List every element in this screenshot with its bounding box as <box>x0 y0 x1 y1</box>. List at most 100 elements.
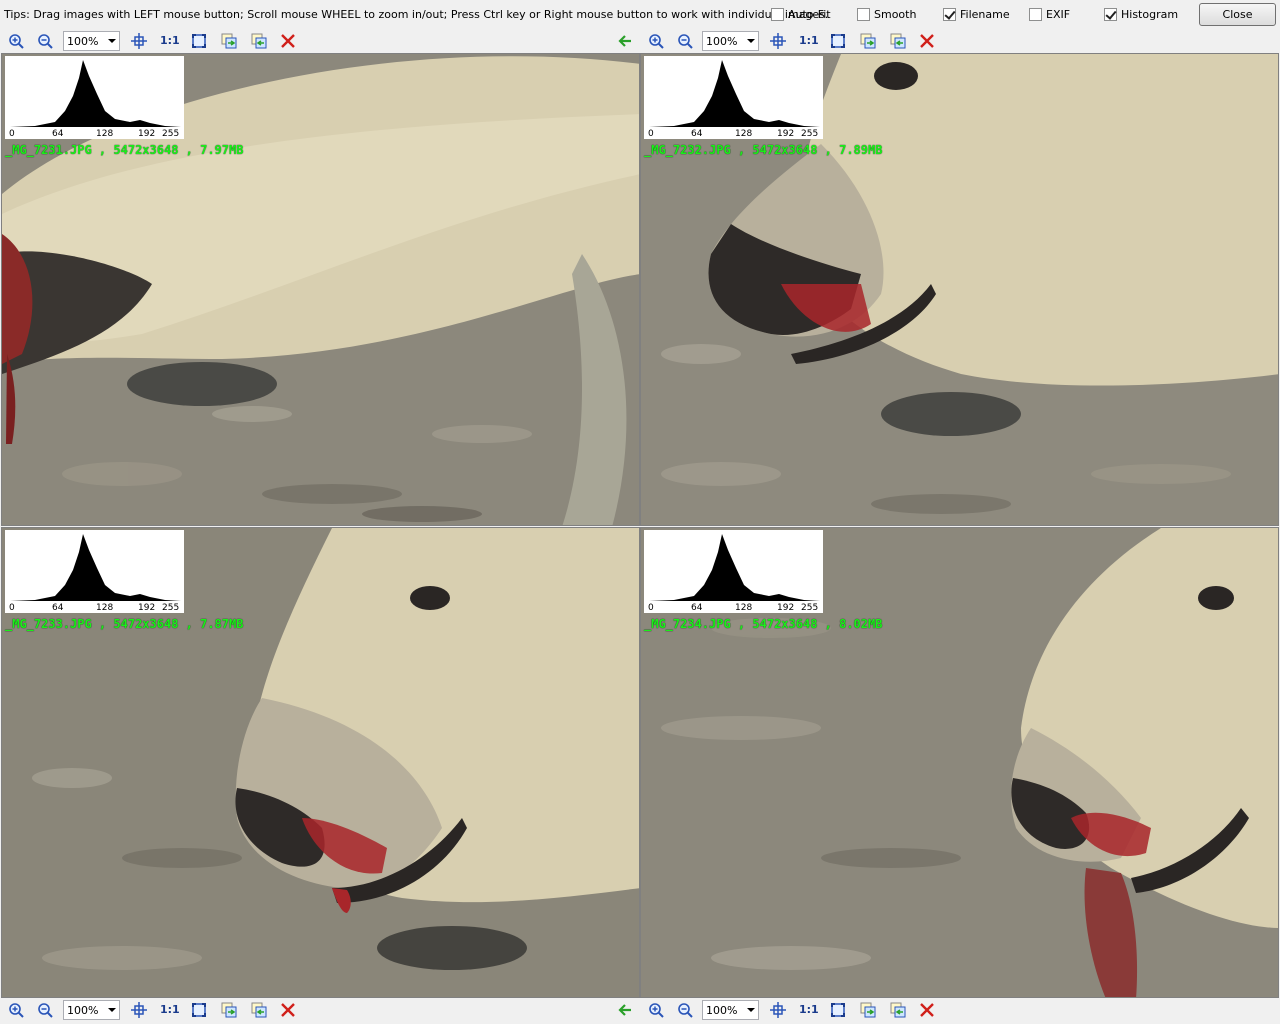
tick-label: 192 <box>777 129 795 139</box>
filename: _MG_7232.JPG <box>644 143 731 157</box>
back-arrow-icon[interactable] <box>617 1002 633 1018</box>
zoom-value: 100% <box>706 1003 738 1017</box>
zoom-select[interactable]: 100% <box>63 31 120 51</box>
sync-left-icon[interactable] <box>860 1002 876 1018</box>
tick-label: 0 <box>648 129 654 139</box>
close-image-icon[interactable] <box>280 33 296 49</box>
zoom-out-icon[interactable] <box>677 1002 693 1018</box>
fit-center-icon[interactable] <box>131 1002 147 1018</box>
histogram-ticks: 0 64 128 192 255 <box>5 601 184 613</box>
fit-center-icon[interactable] <box>131 33 147 49</box>
zoom-in-icon[interactable] <box>648 1002 664 1018</box>
tick-label: 0 <box>9 129 15 139</box>
zoom-value: 100% <box>67 1003 99 1017</box>
zoom-in-icon[interactable] <box>648 33 664 49</box>
smooth-checkbox[interactable]: Smooth <box>857 8 916 21</box>
close-button[interactable]: Close <box>1199 3 1276 26</box>
fit-center-icon[interactable] <box>770 1002 786 1018</box>
zoom-out-icon[interactable] <box>37 1002 53 1018</box>
image-dimensions: 5472x3648 <box>113 143 179 157</box>
fit-window-icon[interactable] <box>830 1002 846 1018</box>
tick-label: 255 <box>801 129 819 139</box>
sync-right-icon[interactable] <box>890 1002 906 1018</box>
file-size: 8.02MB <box>839 617 883 631</box>
image-panel-3[interactable]: 0 64 128 192 255 _MG_7233.JPG , 5472x364… <box>1 527 640 998</box>
tick-label: 128 <box>96 129 114 139</box>
zoom-in-icon[interactable] <box>8 1002 24 1018</box>
filename: _MG_7234.JPG <box>644 617 731 631</box>
fit-center-icon[interactable] <box>770 33 786 49</box>
tips-bar: Tips: Drag images with LEFT mouse button… <box>0 0 1280 30</box>
tick-label: 192 <box>777 603 795 613</box>
auto-fit-checkbox[interactable]: Auto-Fit <box>771 8 831 21</box>
tick-label: 128 <box>735 603 753 613</box>
zoom-select[interactable]: 100% <box>702 31 759 51</box>
fit-window-icon[interactable] <box>191 1002 207 1018</box>
histogram-checkbox[interactable]: Histogram <box>1104 8 1178 21</box>
exif-checkbox[interactable]: EXIF <box>1029 8 1070 21</box>
filename-checkbox[interactable]: Filename <box>943 8 1010 21</box>
checkbox-box[interactable] <box>943 8 956 21</box>
actual-size-icon[interactable]: 1:1 <box>160 34 180 47</box>
file-info: _MG_7231.JPG , 5472x3648 , 7.97MB <box>5 143 244 157</box>
file-size: 7.89MB <box>839 143 883 157</box>
tick-label: 64 <box>691 129 703 139</box>
sync-left-icon[interactable] <box>221 33 237 49</box>
zoom-select[interactable]: 100% <box>702 1000 759 1020</box>
chevron-down-icon <box>747 1008 755 1012</box>
toolbar-top-right: 100% 1:1 <box>640 30 1280 52</box>
zoom-out-icon[interactable] <box>37 33 53 49</box>
sync-right-icon[interactable] <box>890 33 906 49</box>
checkbox-label: Histogram <box>1121 8 1179 21</box>
fit-window-icon[interactable] <box>830 33 846 49</box>
sync-right-icon[interactable] <box>251 1002 267 1018</box>
close-image-icon[interactable] <box>280 1002 296 1018</box>
file-size: 7.97MB <box>200 143 244 157</box>
checkbox-box[interactable] <box>857 8 870 21</box>
tick-label: 255 <box>162 603 180 613</box>
file-info: _MG_7233.JPG , 5472x3648 , 7.87MB <box>5 617 244 631</box>
checkbox-label: Smooth <box>874 8 917 21</box>
image-dimensions: 5472x3648 <box>113 617 179 631</box>
image-dimensions: 5472x3648 <box>752 143 818 157</box>
actual-size-icon[interactable]: 1:1 <box>799 1003 819 1016</box>
close-image-icon[interactable] <box>919 33 935 49</box>
chevron-down-icon <box>108 39 116 43</box>
actual-size-icon[interactable]: 1:1 <box>160 1003 180 1016</box>
image-dimensions: 5472x3648 <box>752 617 818 631</box>
histogram-ticks: 0 64 128 192 255 <box>644 127 823 139</box>
sync-left-icon[interactable] <box>860 33 876 49</box>
histogram: 0 64 128 192 255 <box>5 530 184 613</box>
tick-label: 0 <box>648 603 654 613</box>
fit-window-icon[interactable] <box>191 33 207 49</box>
tick-label: 255 <box>162 129 180 139</box>
zoom-in-icon[interactable] <box>8 33 24 49</box>
image-panel-4[interactable]: 0 64 128 192 255 _MG_7234.JPG , 5472x364… <box>640 527 1279 998</box>
sync-left-icon[interactable] <box>221 1002 237 1018</box>
image-panel-1[interactable]: 0 64 128 192 255 _MG_7231.JPG , 5472x364… <box>1 53 640 526</box>
image-panel-2[interactable]: 0 64 128 192 255 _MG_7232.JPG , 5472x364… <box>640 53 1279 526</box>
back-arrow-icon[interactable] <box>617 33 633 49</box>
zoom-select[interactable]: 100% <box>63 1000 120 1020</box>
histogram: 0 64 128 192 255 <box>5 56 184 139</box>
tick-label: 64 <box>691 603 703 613</box>
tick-label: 128 <box>735 129 753 139</box>
histogram: 0 64 128 192 255 <box>644 530 823 613</box>
histogram-ticks: 0 64 128 192 255 <box>5 127 184 139</box>
checkbox-box[interactable] <box>771 8 784 21</box>
actual-size-icon[interactable]: 1:1 <box>799 34 819 47</box>
toolbar-bottom-right: 100% 1:1 <box>640 999 1280 1021</box>
checkbox-label: Filename <box>960 8 1010 21</box>
toolbar-bottom-left: 100% 1:1 <box>0 999 640 1021</box>
file-size: 7.87MB <box>200 617 244 631</box>
checkbox-label: EXIF <box>1046 8 1071 21</box>
tick-label: 255 <box>801 603 819 613</box>
tick-label: 192 <box>138 129 156 139</box>
close-image-icon[interactable] <box>919 1002 935 1018</box>
zoom-out-icon[interactable] <box>677 33 693 49</box>
checkbox-box[interactable] <box>1029 8 1042 21</box>
checkbox-box[interactable] <box>1104 8 1117 21</box>
tick-label: 128 <box>96 603 114 613</box>
tick-label: 192 <box>138 603 156 613</box>
sync-right-icon[interactable] <box>251 33 267 49</box>
